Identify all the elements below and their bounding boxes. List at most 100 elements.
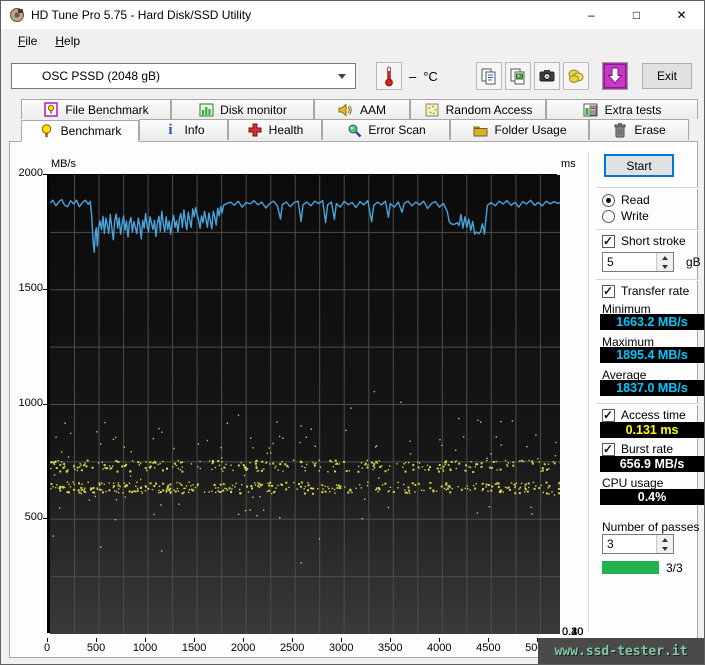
short-stroke-label: Short stroke [621, 234, 686, 248]
write-radio[interactable] [602, 210, 615, 223]
tab-error-scan[interactable]: Error Scan [322, 119, 450, 140]
benchmark-chart [47, 174, 557, 633]
x-tick [390, 638, 391, 642]
x-tick-label: 1500 [174, 642, 214, 654]
drive-select-value: OSC PSSD (2048 gB) [42, 69, 160, 83]
benchmark-panel: MB/s ms Start Read Write Short stroke [9, 141, 698, 658]
x-tick [145, 638, 146, 642]
cpu-usage-label: CPU usage [602, 476, 663, 490]
download-icon [603, 63, 627, 89]
tab-health[interactable]: Health [228, 119, 322, 140]
cpu-usage-value: 0.4% [600, 489, 704, 505]
x-tick-label: 2000 [223, 642, 263, 654]
access-time-label: Access time [621, 408, 686, 422]
transfer-rate-label: Transfer rate [621, 284, 689, 298]
capacity-down-button[interactable] [657, 262, 673, 271]
tab-disk-monitor[interactable]: Disk monitor [171, 99, 314, 119]
panel-divider [588, 152, 590, 632]
benchmark-controls: Start Read Write Short stroke gB [594, 142, 705, 657]
y-right-tick-label: 0.10 [562, 626, 583, 638]
burst-rate-label: Burst rate [621, 442, 673, 456]
transfer-rate-checkbox[interactable] [602, 285, 615, 298]
access-time-row[interactable]: Access time [602, 408, 686, 422]
close-button[interactable]: ✕ [659, 1, 704, 29]
average-value: 1837.0 MB/s [600, 380, 704, 396]
maximize-button[interactable]: □ [614, 1, 659, 29]
screenshot-button[interactable] [534, 62, 560, 90]
file-benchmark-icon [43, 102, 59, 118]
tab-aam[interactable]: AAM [314, 99, 410, 119]
info-icon: i [162, 122, 178, 138]
capacity-unit-label: gB [686, 255, 701, 269]
copy-report-button[interactable] [476, 62, 502, 90]
tab-benchmark[interactable]: Benchmark [21, 120, 139, 142]
tab-info[interactable]: i Info [139, 119, 228, 140]
y-left-tick [43, 174, 47, 175]
copy-image-icon [509, 67, 527, 85]
tab-random-access[interactable]: Random Access [410, 99, 546, 119]
x-tick [292, 638, 293, 642]
watermark: www.ssd-tester.it [538, 638, 704, 664]
write-radio-row[interactable]: Write [602, 209, 649, 223]
x-tick [439, 638, 440, 642]
temperature-unit: °C [423, 69, 438, 84]
y-left-tick-label: 1000 [12, 397, 43, 409]
burst-rate-value: 656.9 MB/s [600, 456, 704, 472]
x-tick [341, 638, 342, 642]
menu-file[interactable]: File [9, 31, 46, 51]
x-tick-label: 3500 [370, 642, 410, 654]
maximum-value: 1895.4 MB/s [600, 347, 704, 363]
minimize-button[interactable]: – [569, 1, 614, 29]
transfer-rate-row[interactable]: Transfer rate [602, 284, 689, 298]
menu-help[interactable]: Help [46, 31, 89, 51]
pass-progress-bar [602, 561, 659, 574]
x-tick [243, 638, 244, 642]
tab-file-benchmark[interactable]: File Benchmark [21, 99, 171, 119]
exit-button[interactable]: Exit [642, 63, 692, 89]
x-tick [96, 638, 97, 642]
chevron-down-icon [338, 74, 346, 79]
tab-folder-usage[interactable]: Folder Usage [450, 119, 589, 140]
minimum-value: 1663.2 MB/s [600, 314, 704, 330]
health-cross-icon [247, 122, 263, 138]
temperature-value: – [409, 69, 416, 84]
passes-down-button[interactable] [657, 544, 673, 553]
tab-erase[interactable]: Erase [589, 119, 689, 140]
short-stroke-row[interactable]: Short stroke [602, 234, 686, 248]
x-tick [47, 638, 48, 642]
tab-extra-tests[interactable]: Extra tests [546, 99, 698, 119]
capacity-input[interactable] [603, 253, 656, 271]
read-radio-label: Read [621, 193, 650, 207]
capacity-up-button[interactable] [657, 253, 673, 262]
x-tick [488, 638, 489, 642]
y-right-unit-label: ms [561, 158, 576, 170]
toolbar: OSC PSSD (2048 gB) – °C [1, 53, 704, 99]
capacity-spinner[interactable] [602, 252, 674, 272]
burst-rate-checkbox[interactable] [602, 443, 615, 456]
access-time-checkbox[interactable] [602, 409, 615, 422]
camera-icon [538, 67, 556, 85]
start-button[interactable]: Start [604, 154, 674, 177]
temperature-button[interactable] [376, 62, 402, 90]
title-bar: HD Tune Pro 5.75 - Hard Disk/SSD Utility… [1, 1, 704, 29]
trash-icon [612, 122, 628, 138]
x-tick-label: 0 [27, 642, 67, 654]
disk-monitor-icon [198, 102, 214, 118]
update-button[interactable] [602, 62, 628, 90]
read-radio-row[interactable]: Read [602, 193, 650, 207]
copy-image-button[interactable] [505, 62, 531, 90]
read-radio[interactable] [602, 194, 615, 207]
coins-icon [567, 67, 585, 85]
passes-input[interactable] [603, 535, 656, 553]
short-stroke-checkbox[interactable] [602, 235, 615, 248]
x-tick-label: 4000 [419, 642, 459, 654]
access-time-value: 0.131 ms [600, 422, 704, 438]
passes-up-button[interactable] [657, 535, 673, 544]
x-tick-label: 2500 [272, 642, 312, 654]
passes-spinner[interactable] [602, 534, 674, 554]
app-icon [9, 7, 25, 23]
burst-rate-row[interactable]: Burst rate [602, 442, 673, 456]
drive-select-combo[interactable]: OSC PSSD (2048 gB) [11, 63, 356, 89]
register-button[interactable] [563, 62, 589, 90]
x-tick [194, 638, 195, 642]
